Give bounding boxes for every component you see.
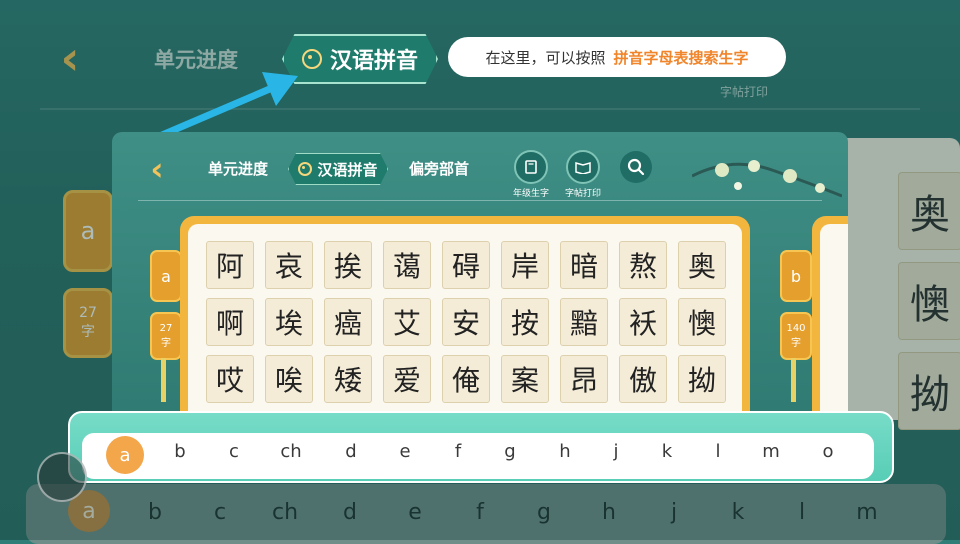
pinyin-letter-h[interactable]: h: [545, 431, 585, 471]
swirl-icon: [298, 162, 313, 176]
character-cell[interactable]: 熬: [619, 241, 667, 289]
character-cell[interactable]: 矮: [324, 355, 372, 403]
copybook-icon: [566, 150, 600, 184]
panel-back-chevron-icon[interactable]: ‹: [142, 150, 172, 188]
panel-divider: [138, 200, 822, 201]
character-cell[interactable]: 癌: [324, 298, 372, 346]
character-cell[interactable]: 袄: [619, 298, 667, 346]
copybook-print-label: 字帖打印: [564, 189, 601, 199]
pinyin-letter-c[interactable]: c: [214, 431, 254, 471]
character-cell[interactable]: 蔼: [383, 241, 431, 289]
letter-tag-b[interactable]: b: [780, 250, 812, 302]
character-cell[interactable]: 啊: [206, 298, 254, 346]
pinyin-letter-j[interactable]: j: [596, 431, 636, 471]
character-cell[interactable]: 奥: [678, 241, 726, 289]
character-cell[interactable]: 爱: [383, 355, 431, 403]
count-tag-b-unit: 字: [791, 338, 801, 349]
grade-characters-label: 年级生字: [512, 189, 549, 199]
pinyin-letter-g[interactable]: g: [490, 431, 530, 471]
count-tag-a: 27 字: [150, 312, 182, 360]
pinyin-letter-e[interactable]: e: [385, 431, 425, 471]
pinyin-letter-l[interactable]: l: [698, 431, 738, 471]
character-cell[interactable]: 昂: [560, 355, 608, 403]
pinyin-letter-d[interactable]: d: [331, 431, 371, 471]
character-cell[interactable]: 哎: [206, 355, 254, 403]
character-cell[interactable]: 案: [501, 355, 549, 403]
panel-tab-radicals[interactable]: 偏旁部首: [409, 158, 469, 179]
tassel: [161, 358, 166, 402]
panel-tab-pinyin[interactable]: 汉语拼音: [288, 153, 388, 185]
character-board-b: [812, 216, 848, 432]
character-cell[interactable]: 暗: [560, 241, 608, 289]
floating-assist-button[interactable]: [37, 452, 87, 502]
book-icon: [514, 150, 548, 184]
letter-tag-a-text: a: [161, 266, 171, 286]
character-cell[interactable]: 艾: [383, 298, 431, 346]
grade-characters-button[interactable]: 年级生字: [503, 150, 559, 199]
character-cell[interactable]: 哀: [265, 241, 313, 289]
character-cell[interactable]: 唉: [265, 355, 313, 403]
search-icon[interactable]: [620, 151, 652, 183]
character-cell[interactable]: 碍: [442, 241, 490, 289]
character-cell[interactable]: 黯: [560, 298, 608, 346]
character-cell[interactable]: 拗: [678, 355, 726, 403]
pinyin-letter-m[interactable]: m: [751, 431, 791, 471]
panel-tab-progress[interactable]: 单元进度: [208, 158, 268, 179]
character-cell[interactable]: 俺: [442, 355, 490, 403]
tassel: [791, 358, 796, 402]
letter-tag-b-text: b: [790, 266, 802, 286]
character-cell[interactable]: 挨: [324, 241, 372, 289]
pinyin-letter-f[interactable]: f: [438, 431, 478, 471]
character-board-b-inner: [820, 224, 848, 432]
character-cell[interactable]: 安: [442, 298, 490, 346]
pinyin-letter-ch[interactable]: ch: [271, 431, 311, 471]
pinyin-letter-a[interactable]: a: [106, 436, 144, 474]
count-tag-a-unit: 字: [161, 338, 171, 349]
letter-tag-a[interactable]: a: [150, 250, 182, 302]
count-tag-a-value: 27: [159, 323, 173, 334]
character-cell[interactable]: 岸: [501, 241, 549, 289]
character-cell[interactable]: 按: [501, 298, 549, 346]
pinyin-letter-b[interactable]: b: [160, 431, 200, 471]
pinyin-letter-k[interactable]: k: [647, 431, 687, 471]
count-tag-b: 140 字: [780, 312, 812, 360]
character-cell[interactable]: 阿: [206, 241, 254, 289]
count-tag-b-value: 140: [786, 323, 806, 334]
copybook-print-button[interactable]: 字帖打印: [555, 150, 611, 199]
character-cell[interactable]: 傲: [619, 355, 667, 403]
panel-tab-pinyin-label: 汉语拼音: [317, 160, 378, 179]
pinyin-letter-o[interactable]: o: [808, 431, 848, 471]
character-cell[interactable]: 埃: [265, 298, 313, 346]
blossom-branch-icon: [692, 160, 842, 198]
character-cell[interactable]: 懊: [678, 298, 726, 346]
